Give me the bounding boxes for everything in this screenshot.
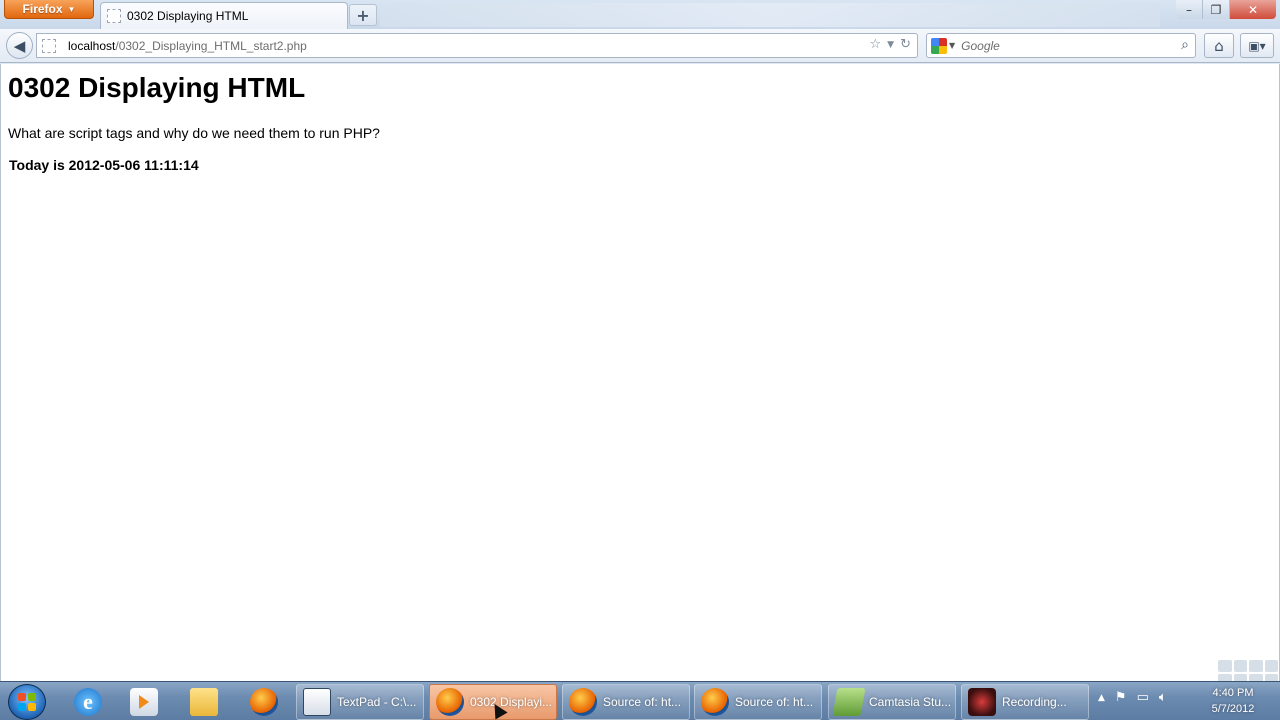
textpad-icon (303, 688, 331, 716)
title-bar: Firefox ▼ 0302 Displaying HTML + – ❐ ✕ (0, 0, 1280, 29)
show-hidden-icons-icon[interactable]: ▲ (1098, 693, 1105, 703)
back-button[interactable]: ◀ (6, 32, 33, 59)
internet-explorer-icon: e (74, 688, 102, 716)
recorder-icon (968, 688, 996, 716)
site-identity-icon[interactable] (42, 38, 56, 53)
firefox-icon (569, 688, 597, 716)
camtasia-icon (832, 688, 866, 716)
reload-icon[interactable]: ↻ (900, 37, 911, 52)
pinned-internet-explorer[interactable]: e (62, 685, 114, 719)
new-tab-button[interactable]: + (349, 4, 377, 26)
url-path: /0302_Displaying_HTML_start2.php (115, 38, 307, 53)
windows-logo-icon (18, 693, 36, 711)
page-favicon-icon (107, 9, 121, 23)
minimize-button[interactable]: – (1176, 0, 1203, 19)
system-tray: ▲ ⚑ ▭ 🔈︎ (1098, 690, 1167, 705)
search-bar: ▼ ⌕ (926, 33, 1196, 58)
close-button[interactable]: ✕ (1230, 0, 1276, 19)
tab-active[interactable]: 0302 Displaying HTML (100, 2, 348, 29)
addon-button[interactable]: ▣▾ (1240, 33, 1274, 58)
page-paragraph: What are script tags and why do we need … (8, 125, 380, 141)
task-label: 0302 Displayi... (470, 695, 553, 709)
pinned-firefox[interactable] (238, 685, 290, 719)
back-arrow-icon: ◀ (13, 36, 26, 55)
history-dropdown-icon[interactable]: ▼ (887, 40, 894, 50)
pinned-media-player[interactable] (118, 685, 170, 719)
tab-title: 0302 Displaying HTML (127, 9, 249, 23)
url-bar-icons: ☆ ▼ ↻ (870, 37, 911, 52)
firefox-icon (701, 688, 729, 716)
url-host: localhost (68, 38, 116, 53)
window-controls: – ❐ ✕ (1176, 0, 1276, 19)
date-line: Today is 2012-05-06 11:11:14 (9, 157, 199, 173)
firefox-menu-button[interactable]: Firefox ▼ (4, 0, 94, 19)
url-bar[interactable]: localhost/0302_Displaying_HTML_start2.ph… (36, 33, 918, 58)
clock[interactable]: 4:40 PM 5/7/2012 (1198, 685, 1268, 717)
volume-icon[interactable]: 🔈︎ (1159, 690, 1167, 705)
home-button[interactable]: ⌂ (1204, 33, 1234, 58)
firefox-icon (436, 688, 464, 716)
task-recording[interactable]: Recording... (961, 684, 1089, 720)
task-camtasia[interactable]: Camtasia Stu... (828, 684, 956, 720)
addon-icon: ▣▾ (1248, 38, 1266, 53)
maximize-button[interactable]: ❐ (1203, 0, 1230, 19)
navigation-bar: ◀ localhost/0302_Displaying_HTML_start2.… (0, 29, 1280, 63)
task-label: Camtasia Stu... (869, 695, 952, 709)
action-center-flag-icon[interactable]: ⚑ (1115, 690, 1127, 705)
task-source-2[interactable]: Source of: ht... (694, 684, 822, 720)
search-input[interactable] (961, 38, 1172, 53)
chevron-down-icon: ▼ (67, 4, 76, 14)
page-content: 0302 Displaying HTML What are script tag… (0, 64, 1280, 681)
tabstrip-background (380, 3, 1160, 27)
search-icon[interactable]: ⌕ (1181, 37, 1189, 53)
media-player-icon (130, 688, 158, 716)
bookmark-star-icon[interactable]: ☆ (870, 37, 882, 52)
firefox-icon (250, 688, 278, 716)
task-label: Source of: ht... (735, 695, 814, 709)
clock-date: 5/7/2012 (1211, 703, 1255, 715)
network-icon[interactable]: ▭ (1137, 690, 1149, 705)
task-textpad[interactable]: TextPad - C:\... (296, 684, 424, 720)
start-button[interactable] (8, 684, 46, 720)
close-icon: ✕ (1247, 2, 1259, 17)
clock-time: 4:40 PM (1212, 687, 1254, 699)
task-label: TextPad - C:\... (337, 695, 417, 709)
task-label: Recording... (1002, 695, 1067, 709)
task-label: Source of: ht... (603, 695, 682, 709)
google-engine-icon[interactable] (931, 37, 947, 54)
task-source-1[interactable]: Source of: ht... (562, 684, 690, 720)
taskbar: e TextPad - C:\... 0302 Displayi... Sour… (0, 681, 1280, 720)
home-icon: ⌂ (1214, 36, 1224, 55)
firefox-menu-label: Firefox (22, 2, 63, 16)
folder-icon (190, 688, 218, 716)
chevron-down-icon[interactable]: ▼ (949, 41, 955, 50)
page-heading: 0302 Displaying HTML (8, 72, 306, 103)
pinned-windows-explorer[interactable] (178, 685, 230, 719)
